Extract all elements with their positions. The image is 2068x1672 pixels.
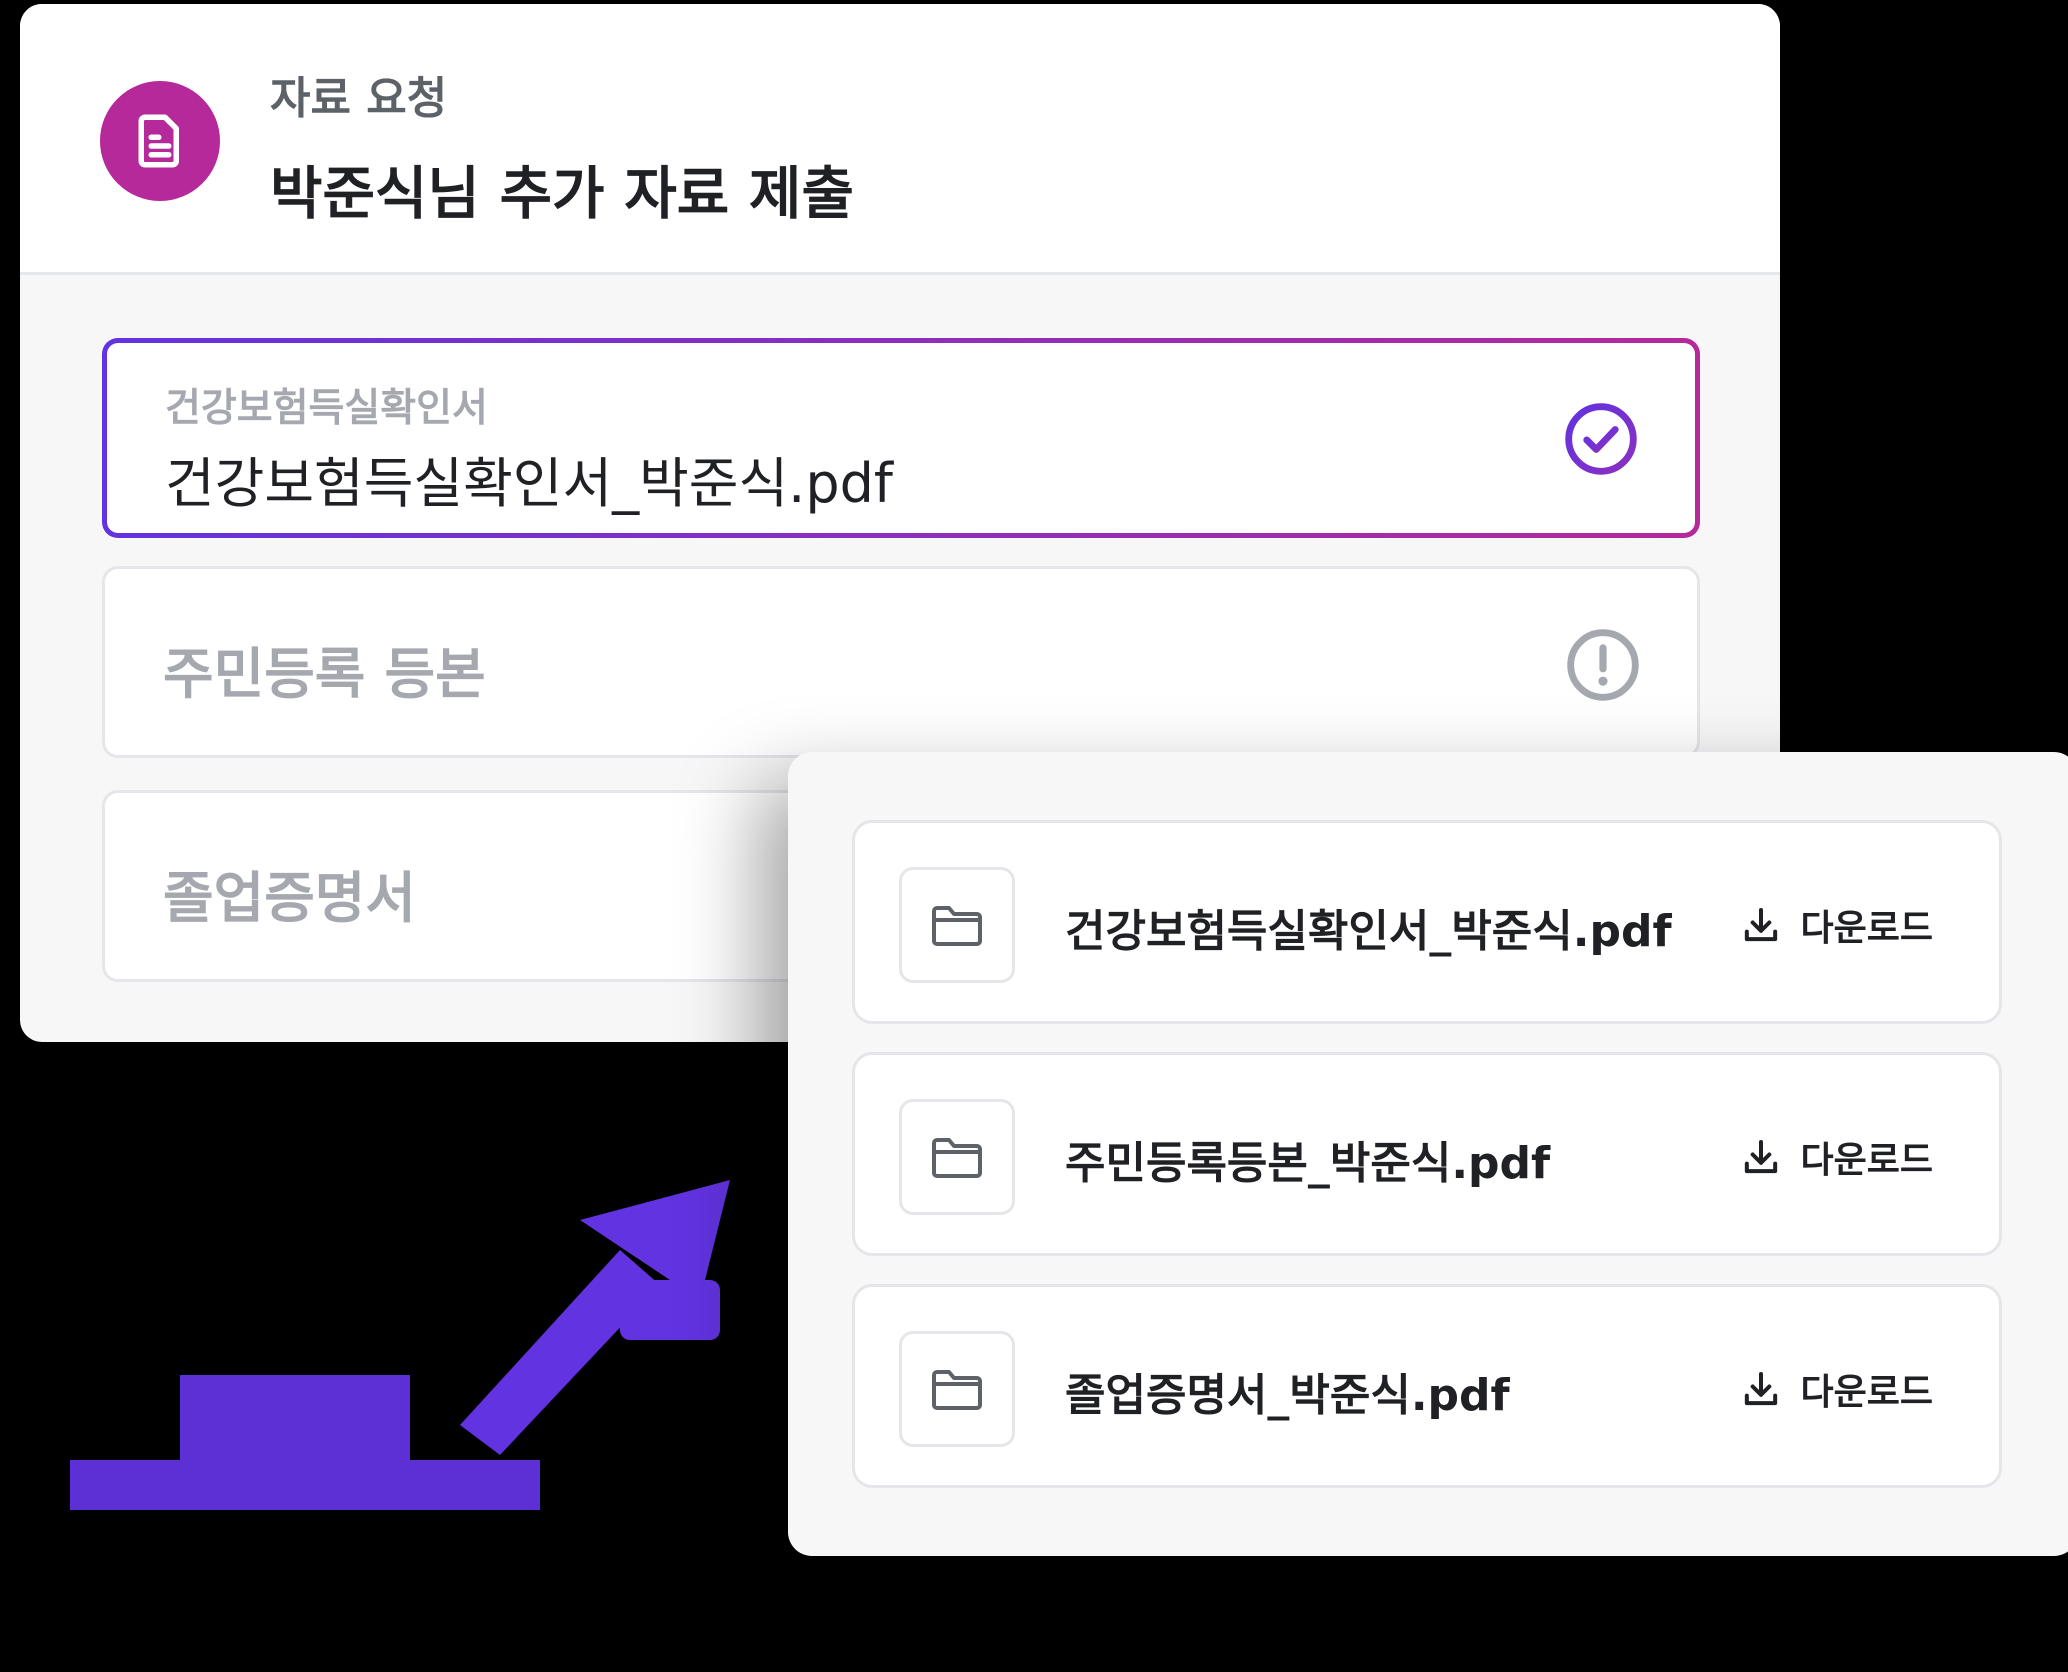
file-row[interactable]: 졸업증명서_박준식.pdf 다운로드 bbox=[852, 1284, 2002, 1488]
file-row[interactable]: 주민등록등본_박준식.pdf 다운로드 bbox=[852, 1052, 2002, 1256]
field-placeholder: 졸업증명서 bbox=[163, 866, 417, 930]
folder-icon bbox=[932, 906, 982, 946]
alert-circle-icon bbox=[1567, 629, 1639, 701]
folder-icon-box bbox=[899, 867, 1015, 983]
download-icon bbox=[1744, 1140, 1777, 1174]
document-icon bbox=[138, 114, 179, 168]
resident-registration-field[interactable]: 주민등록 등본 bbox=[102, 566, 1700, 758]
field-label: 건강보험득실확인서 bbox=[165, 386, 488, 431]
field-value: 건강보험득실확인서_박준식.pdf bbox=[165, 452, 893, 515]
download-label: 다운로드 bbox=[1800, 908, 1933, 949]
download-icon bbox=[1744, 908, 1777, 942]
document-avatar bbox=[100, 81, 220, 201]
folder-icon-box bbox=[899, 1331, 1015, 1447]
folder-icon bbox=[932, 1138, 982, 1178]
field-placeholder: 주민등록 등본 bbox=[163, 642, 486, 706]
download-label: 다운로드 bbox=[1800, 1140, 1933, 1181]
download-icon bbox=[1744, 1372, 1777, 1406]
files-panel: 건강보험득실확인서_박준식.pdf 다운로드 주민등록등본_박준식.pdf 다운… bbox=[788, 752, 2068, 1556]
download-button[interactable]: 다운로드 bbox=[1741, 897, 1933, 953]
request-title: 박준식님 추가 자료 제출 bbox=[270, 161, 854, 227]
file-row[interactable]: 건강보험득실확인서_박준식.pdf 다운로드 bbox=[852, 820, 2002, 1024]
file-name: 주민등록등본_박준식.pdf bbox=[1065, 1138, 1551, 1189]
card-header: 자료 요청 박준식님 추가 자료 제출 bbox=[20, 4, 1780, 275]
folder-icon bbox=[932, 1370, 982, 1410]
request-label: 자료 요청 bbox=[270, 73, 448, 124]
file-name: 건강보험득실확인서_박준식.pdf bbox=[1065, 906, 1672, 957]
file-name: 졸업증명서_박준식.pdf bbox=[1065, 1370, 1510, 1421]
download-label: 다운로드 bbox=[1800, 1372, 1933, 1413]
download-button[interactable]: 다운로드 bbox=[1741, 1361, 1933, 1417]
folder-icon-box bbox=[899, 1099, 1015, 1215]
download-button[interactable]: 다운로드 bbox=[1741, 1129, 1933, 1185]
health-insurance-field[interactable]: 건강보험득실확인서 건강보험득실확인서_박준식.pdf bbox=[102, 338, 1700, 538]
pointer-arrow-icon bbox=[70, 1180, 730, 1510]
check-circle-icon bbox=[1565, 403, 1637, 475]
